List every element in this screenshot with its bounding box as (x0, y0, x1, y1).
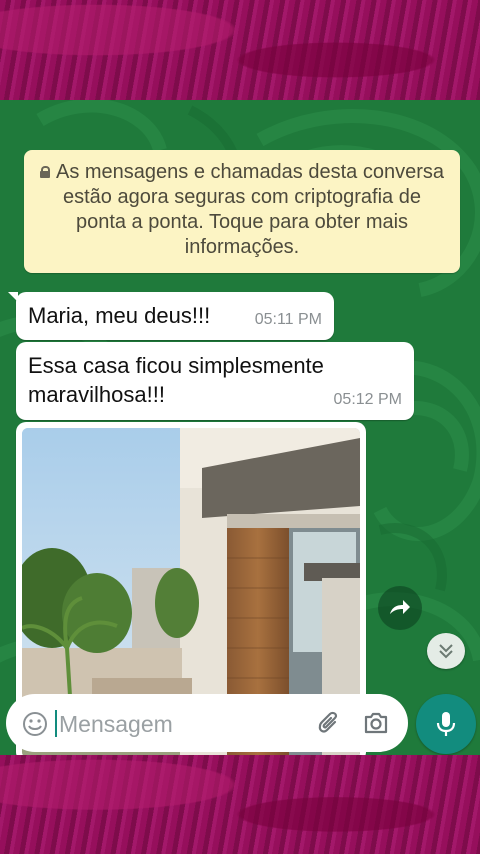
mic-icon (436, 712, 456, 736)
message-input[interactable] (57, 704, 301, 744)
lock-icon (40, 166, 50, 178)
chat-area: As mensagens e chamadas desta conversa e… (0, 100, 480, 755)
double-chevron-down-icon (439, 644, 453, 659)
paperclip-icon[interactable] (316, 710, 342, 736)
forward-button[interactable] (378, 586, 422, 630)
forward-icon (390, 600, 410, 614)
top-frame-band (0, 0, 480, 100)
message-text: Essa casa ficou simplesmente maravilhosa… (28, 353, 324, 407)
camera-icon[interactable] (363, 711, 389, 735)
message-text: Maria, meu deus!!! (28, 303, 211, 328)
message-time: 05:11 PM (254, 311, 322, 328)
bottom-frame-band (0, 755, 480, 854)
message-input-bar (6, 694, 408, 752)
message-time: 05:12 PM (333, 391, 402, 408)
message-bubble-incoming[interactable]: Maria, meu deus!!! 05:11 PM (8, 292, 334, 340)
encryption-notice-text: As mensagens e chamadas desta conversa e… (56, 161, 444, 258)
emoji-icon[interactable] (22, 711, 48, 737)
voice-message-button[interactable] (416, 694, 476, 754)
encryption-notice[interactable]: As mensagens e chamadas desta conversa e… (24, 150, 460, 273)
scroll-to-bottom-button[interactable] (427, 633, 465, 669)
message-bubble-incoming[interactable]: Essa casa ficou simplesmente maravilhosa… (16, 342, 414, 420)
